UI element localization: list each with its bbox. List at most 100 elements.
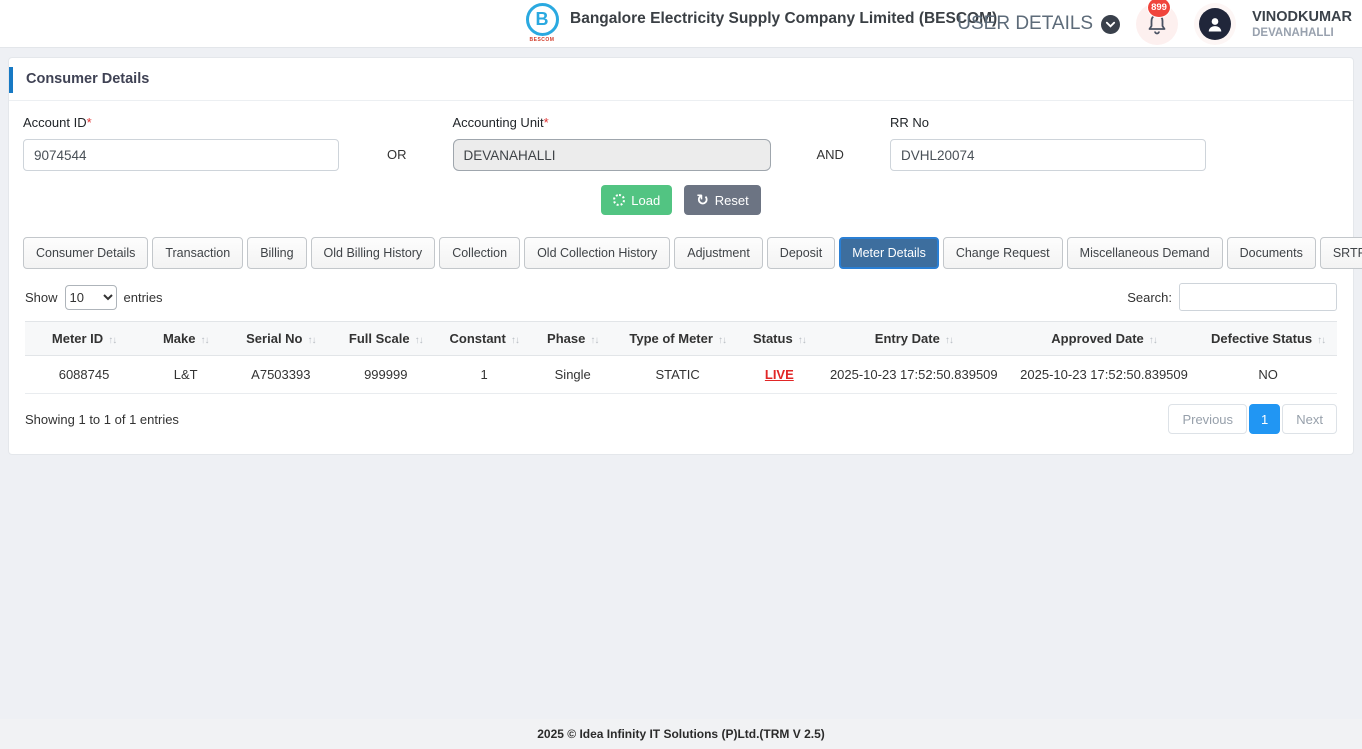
bescom-logo: B BESCOM bbox=[524, 3, 560, 43]
brand: B BESCOM Bangalore Electricity Supply Co… bbox=[524, 3, 997, 43]
reset-button[interactable]: ↻ Reset bbox=[684, 185, 761, 215]
tab-srtpv-payment-details[interactable]: SRTPV Payment Details bbox=[1320, 237, 1362, 269]
account-id-input[interactable] bbox=[23, 139, 339, 171]
load-button[interactable]: Load bbox=[601, 185, 672, 215]
cell-phase: Single bbox=[530, 356, 615, 394]
sort-icon: ↑↓ bbox=[108, 335, 116, 346]
column-header-full-scale[interactable]: Full Scale↑↓ bbox=[333, 322, 438, 356]
search-input[interactable] bbox=[1179, 283, 1337, 311]
copyright-text: 2025 © Idea Infinity IT Solutions (P)Ltd… bbox=[537, 727, 825, 741]
cell-defective-status: NO bbox=[1199, 356, 1337, 394]
sort-icon: ↑↓ bbox=[1317, 335, 1325, 346]
column-header-meter-id[interactable]: Meter ID↑↓ bbox=[25, 322, 143, 356]
column-header-defective-status[interactable]: Defective Status↑↓ bbox=[1199, 322, 1337, 356]
lookup-form: Account ID* OR Accounting Unit* AND RR N… bbox=[9, 101, 1353, 171]
page-size-select[interactable]: 10 bbox=[65, 285, 117, 310]
cell-type-of-meter: STATIC bbox=[615, 356, 740, 394]
or-label: OR bbox=[387, 147, 407, 171]
user-avatar-button[interactable] bbox=[1194, 3, 1236, 45]
sort-icon: ↑↓ bbox=[1149, 335, 1157, 346]
sort-icon: ↑↓ bbox=[590, 335, 598, 346]
cell-constant: 1 bbox=[438, 356, 530, 394]
search-label: Search: bbox=[1127, 290, 1172, 305]
account-id-label: Account ID* bbox=[23, 115, 339, 130]
user-location: DEVANAHALLI bbox=[1252, 26, 1352, 40]
search-control: Search: bbox=[1127, 283, 1337, 311]
sort-icon: ↑↓ bbox=[200, 335, 208, 346]
previous-page-button[interactable]: Previous bbox=[1168, 404, 1247, 434]
required-mark: * bbox=[544, 115, 549, 130]
meter-details-table: Meter ID↑↓Make↑↓Serial No↑↓Full Scale↑↓C… bbox=[25, 321, 1337, 394]
rr-no-input[interactable] bbox=[890, 139, 1206, 171]
column-header-status[interactable]: Status↑↓ bbox=[740, 322, 819, 356]
chevron-down-icon bbox=[1101, 15, 1120, 34]
tab-transaction[interactable]: Transaction bbox=[152, 237, 243, 269]
and-label: AND bbox=[817, 147, 844, 171]
table-header-row: Meter ID↑↓Make↑↓Serial No↑↓Full Scale↑↓C… bbox=[25, 322, 1337, 356]
user-name: VINODKUMAR bbox=[1252, 8, 1352, 26]
user-details-dropdown[interactable]: USER DETAILS bbox=[957, 13, 1120, 35]
user-info: VINODKUMAR DEVANAHALLI bbox=[1252, 8, 1352, 41]
app-title: Bangalore Electricity Supply Company Lim… bbox=[570, 10, 997, 28]
table-row: 6088745L&TA75033939999991SingleSTATIC LIV… bbox=[25, 356, 1337, 394]
bescom-logo-caption: BESCOM bbox=[530, 37, 555, 43]
cell-serial-no: A7503393 bbox=[228, 356, 333, 394]
page-title: Consumer Details bbox=[26, 71, 149, 87]
column-header-phase[interactable]: Phase↑↓ bbox=[530, 322, 615, 356]
tab-old-billing-history[interactable]: Old Billing History bbox=[311, 237, 436, 269]
notifications-button[interactable]: 899 bbox=[1136, 3, 1178, 45]
sort-icon: ↑↓ bbox=[415, 335, 423, 346]
meter-details-table-wrap: Meter ID↑↓Make↑↓Serial No↑↓Full Scale↑↓C… bbox=[25, 321, 1337, 394]
column-header-make[interactable]: Make↑↓ bbox=[143, 322, 228, 356]
consumer-details-card: Consumer Details Account ID* OR Accounti… bbox=[8, 57, 1354, 455]
table-body: 6088745L&TA75033939999991SingleSTATIC LIV… bbox=[25, 356, 1337, 394]
column-header-type-of-meter[interactable]: Type of Meter↑↓ bbox=[615, 322, 740, 356]
tab-change-request[interactable]: Change Request bbox=[943, 237, 1063, 269]
table-summary: Showing 1 to 1 of 1 entries bbox=[25, 412, 179, 427]
cell-entry-date: 2025-10-23 17:52:50.839509 bbox=[819, 356, 1009, 394]
sort-icon: ↑↓ bbox=[945, 335, 953, 346]
cell-make: L&T bbox=[143, 356, 228, 394]
status-link[interactable]: LIVE bbox=[765, 367, 794, 382]
app-header: B BESCOM Bangalore Electricity Supply Co… bbox=[0, 0, 1362, 48]
tab-bar: Consumer DetailsTransactionBillingOld Bi… bbox=[23, 237, 1339, 269]
tab-billing[interactable]: Billing bbox=[247, 237, 306, 269]
cell-full-scale: 999999 bbox=[333, 356, 438, 394]
column-header-entry-date[interactable]: Entry Date↑↓ bbox=[819, 322, 1009, 356]
avatar-icon bbox=[1199, 8, 1231, 40]
sort-icon: ↑↓ bbox=[718, 335, 726, 346]
tab-consumer-details[interactable]: Consumer Details bbox=[23, 237, 148, 269]
tab-documents[interactable]: Documents bbox=[1227, 237, 1316, 269]
user-details-label: USER DETAILS bbox=[957, 13, 1093, 35]
tab-collection[interactable]: Collection bbox=[439, 237, 520, 269]
required-mark: * bbox=[87, 115, 92, 130]
column-header-constant[interactable]: Constant↑↓ bbox=[438, 322, 530, 356]
spinner-icon bbox=[613, 194, 625, 206]
rr-no-label: RR No bbox=[890, 115, 1206, 130]
tab-deposit[interactable]: Deposit bbox=[767, 237, 835, 269]
show-label: Show bbox=[25, 290, 58, 305]
page-size-control: Show 10 entries bbox=[25, 285, 163, 310]
accounting-unit-input[interactable] bbox=[453, 139, 771, 171]
column-header-serial-no[interactable]: Serial No↑↓ bbox=[228, 322, 333, 356]
page-1-button[interactable]: 1 bbox=[1249, 404, 1280, 434]
tab-old-collection-history[interactable]: Old Collection History bbox=[524, 237, 670, 269]
tab-adjustment[interactable]: Adjustment bbox=[674, 237, 763, 269]
cell-meter-id: 6088745 bbox=[25, 356, 143, 394]
entries-label: entries bbox=[124, 290, 163, 305]
pagination: Previous 1 Next bbox=[1168, 404, 1337, 434]
next-page-button[interactable]: Next bbox=[1282, 404, 1337, 434]
sort-icon: ↑↓ bbox=[308, 335, 316, 346]
sort-icon: ↑↓ bbox=[511, 335, 519, 346]
column-header-approved-date[interactable]: Approved Date↑↓ bbox=[1009, 322, 1199, 356]
tab-miscellaneous-demand[interactable]: Miscellaneous Demand bbox=[1067, 237, 1223, 269]
accounting-unit-label: Accounting Unit* bbox=[453, 115, 771, 130]
bescom-logo-icon: B bbox=[526, 3, 559, 36]
refresh-icon: ↻ bbox=[696, 193, 709, 208]
section-accent-bar bbox=[9, 67, 13, 93]
tab-list: Consumer DetailsTransactionBillingOld Bi… bbox=[23, 237, 1362, 269]
sort-icon: ↑↓ bbox=[798, 335, 806, 346]
page-footer: 2025 © Idea Infinity IT Solutions (P)Ltd… bbox=[0, 719, 1362, 749]
cell-approved-date: 2025-10-23 17:52:50.839509 bbox=[1009, 356, 1199, 394]
tab-meter-details[interactable]: Meter Details bbox=[839, 237, 939, 269]
